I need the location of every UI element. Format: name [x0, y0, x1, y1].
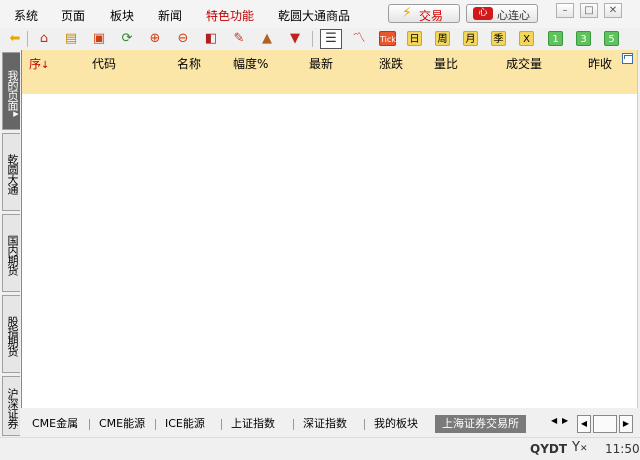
list-icon: ☰: [325, 31, 337, 46]
column-settings-icon[interactable]: [622, 53, 633, 64]
three-minute-button[interactable]: 3: [576, 31, 591, 46]
trade-button[interactable]: ⚡ 交易: [388, 4, 460, 23]
maximize-button[interactable]: □: [580, 3, 598, 18]
trade-button-label: 交易: [419, 9, 444, 23]
sidebar-tab-my-pages[interactable]: 我的页面 ▶: [2, 52, 20, 130]
column-header-volume-ratio[interactable]: 量比: [434, 55, 458, 72]
status-bar: QYDT Y✕ 11:50: [0, 437, 640, 460]
zoom-in-icon[interactable]: ⊕: [146, 30, 164, 48]
tab-shanghai-index[interactable]: 上证指数: [231, 415, 275, 433]
refresh-icon[interactable]: ⟳: [118, 30, 136, 48]
column-header-volume[interactable]: 成交量: [506, 55, 542, 72]
line-chart-icon[interactable]: 〽: [350, 30, 368, 48]
filter-icon[interactable]: ▼: [286, 30, 304, 48]
status-code: QYDT: [530, 442, 568, 456]
sidebar-tab-label: 国内期货: [6, 235, 19, 275]
scrollbar-track[interactable]: [593, 415, 617, 433]
column-header-name[interactable]: 名称: [177, 55, 201, 72]
menu-special-features[interactable]: 特色功能: [206, 7, 254, 24]
status-time: 11:50: [605, 442, 640, 456]
sort-down-icon: ↓: [41, 60, 50, 71]
tab-separator: [89, 419, 90, 430]
tab-ice-energy[interactable]: ICE能源: [165, 415, 205, 433]
heart-connect-label: 心连心: [497, 9, 530, 22]
menu-system[interactable]: 系统: [14, 7, 38, 24]
quote-table[interactable]: 序↓ 代码 名称 幅度% 最新 涨跌 量比 成交量 昨收: [21, 50, 638, 408]
home-icon[interactable]: ⌂: [35, 30, 53, 48]
menu-news[interactable]: 新闻: [158, 7, 182, 24]
window-icon[interactable]: ◧: [202, 30, 220, 48]
menu-qianyuan-products[interactable]: 乾圆大通商品: [278, 7, 350, 24]
column-header-latest[interactable]: 最新: [309, 55, 333, 72]
menu-page[interactable]: 页面: [61, 7, 85, 24]
tab-scroll-right-icon[interactable]: ▶: [562, 416, 568, 425]
column-header-change[interactable]: 涨跌: [379, 55, 403, 72]
sidebar-tab-label: 乾圆大通: [6, 154, 19, 194]
bell-icon[interactable]: ▲: [258, 30, 276, 48]
bottom-tab-bar: CME金属 CME能源 ICE能源 上证指数 深证指数 我的板块 上海证券交易所…: [21, 411, 638, 437]
sidebar-tab-qianyuan[interactable]: 乾圆大通: [2, 133, 20, 211]
tab-scroll-left-icon[interactable]: ◀: [551, 416, 557, 425]
minimize-button[interactable]: –: [556, 3, 574, 18]
sidebar-tab-domestic-futures[interactable]: 国内期货: [2, 214, 20, 292]
weekly-chart-button[interactable]: 周: [435, 31, 450, 46]
column-header-change-pct[interactable]: 幅度%: [233, 55, 268, 72]
menu-sector[interactable]: 板块: [110, 7, 134, 24]
tab-separator: [364, 419, 365, 430]
tab-cme-metals[interactable]: CME金属: [32, 415, 78, 433]
column-header-prev-close[interactable]: 昨收: [588, 55, 612, 72]
f10-icon[interactable]: ▣: [90, 30, 108, 48]
triangle-right-icon: ▶: [12, 109, 20, 117]
pencil-icon[interactable]: ✎: [230, 30, 248, 48]
filter-clear-icon[interactable]: Y✕: [572, 440, 588, 455]
column-header-code[interactable]: 代码: [92, 55, 116, 72]
toolbar-separator: [27, 31, 28, 47]
five-minute-button[interactable]: 5: [604, 31, 619, 46]
tab-separator: [293, 419, 294, 430]
tab-separator: [155, 419, 156, 430]
daily-chart-button[interactable]: 日: [407, 31, 422, 46]
tab-shenzhen-index[interactable]: 深证指数: [303, 415, 347, 433]
menu-bar: 系统 页面 板块 新闻 特色功能 乾圆大通商品 ⚡ 交易 心 心连心 – □ ✕: [0, 0, 640, 28]
sidebar-tab-sh-sz-securities[interactable]: 沪深证券: [2, 376, 20, 436]
table-header: 序↓ 代码 名称 幅度% 最新 涨跌 量比 成交量 昨收: [22, 50, 637, 94]
zoom-out-icon[interactable]: ⊖: [174, 30, 192, 48]
tick-chart-button[interactable]: Tick: [379, 31, 396, 46]
database-icon[interactable]: ▤: [62, 30, 80, 48]
sidebar-tab-label: 沪深证券: [6, 388, 19, 428]
close-button[interactable]: ✕: [604, 3, 622, 18]
tab-shanghai-stock-exchange[interactable]: 上海证券交易所: [435, 415, 526, 433]
monthly-chart-button[interactable]: 月: [463, 31, 478, 46]
column-header-index[interactable]: 序↓: [29, 55, 49, 72]
sidebar-tab-label: 我的页面: [6, 69, 19, 110]
toolbar-separator: [312, 31, 313, 47]
quote-list-button[interactable]: ☰: [320, 29, 342, 49]
scroll-right-button[interactable]: ▶: [619, 415, 633, 433]
one-minute-button[interactable]: 1: [548, 31, 563, 46]
seasonal-chart-button[interactable]: 季: [491, 31, 506, 46]
sidebar-tab-index-futures[interactable]: 股指期货: [2, 295, 20, 373]
tab-my-sector[interactable]: 我的板块: [374, 415, 418, 433]
tab-separator: [221, 419, 222, 430]
sidebar-tab-label: 股指期货: [6, 316, 19, 356]
heart-connect-button[interactable]: 心 心连心: [466, 4, 538, 23]
scroll-left-button[interactable]: ◀: [577, 415, 591, 433]
heart-logo-icon: 心: [473, 7, 493, 20]
tab-cme-energy[interactable]: CME能源: [99, 415, 145, 433]
lightning-icon: ⚡: [402, 5, 412, 21]
x-period-button[interactable]: X: [519, 31, 534, 46]
toolbar: ⬅ ⌂ ▤ ▣ ⟳ ⊕ ⊖ ◧ ✎ ▲ ▼ ☰ 〽 Tick 日 周 月 季 X…: [0, 28, 640, 50]
back-arrow-icon[interactable]: ⬅: [6, 30, 24, 48]
